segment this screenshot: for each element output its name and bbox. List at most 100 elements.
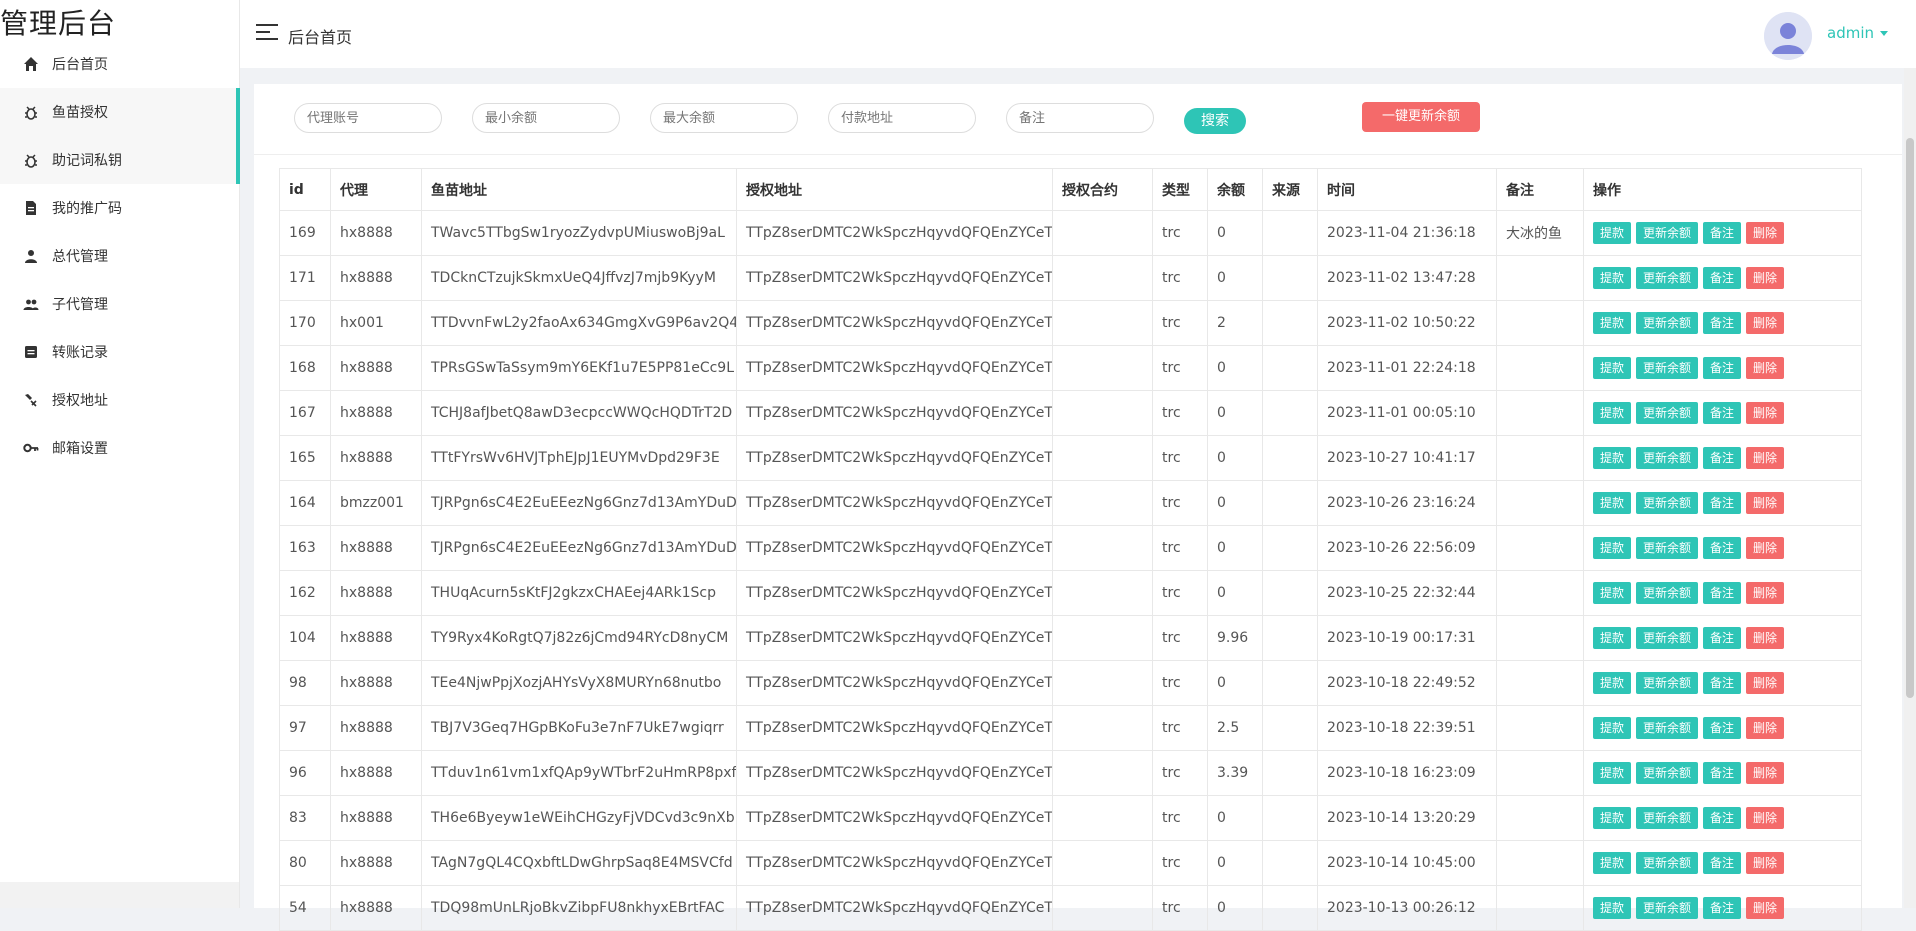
row-actions: 提款 更新余额 备注 删除 xyxy=(1593,447,1852,469)
update-all-balance-button[interactable]: 一键更新余额 xyxy=(1362,102,1480,132)
avatar[interactable] xyxy=(1764,12,1812,60)
update-balance-button[interactable]: 更新余额 xyxy=(1636,447,1699,469)
withdraw-button[interactable]: 提款 xyxy=(1593,762,1632,784)
update-balance-button[interactable]: 更新余额 xyxy=(1636,762,1699,784)
delete-button[interactable]: 删除 xyxy=(1746,582,1785,604)
delete-button[interactable]: 删除 xyxy=(1746,267,1785,289)
cell-balance: 0 xyxy=(1207,390,1263,436)
note-button[interactable]: 备注 xyxy=(1703,717,1742,739)
update-balance-button[interactable]: 更新余额 xyxy=(1636,852,1699,874)
delete-button[interactable]: 删除 xyxy=(1746,447,1785,469)
delete-button[interactable]: 删除 xyxy=(1746,312,1785,334)
cell-type: trc xyxy=(1152,345,1208,391)
update-balance-button[interactable]: 更新余额 xyxy=(1636,492,1699,514)
note-button[interactable]: 备注 xyxy=(1703,852,1742,874)
note-button[interactable]: 备注 xyxy=(1703,357,1742,379)
withdraw-button[interactable]: 提款 xyxy=(1593,402,1632,424)
cell-id: 104 xyxy=(279,615,331,661)
update-balance-button[interactable]: 更新余额 xyxy=(1636,222,1699,244)
note-button[interactable]: 备注 xyxy=(1703,627,1742,649)
cell-type: trc xyxy=(1152,255,1208,301)
withdraw-button[interactable]: 提款 xyxy=(1593,582,1632,604)
withdraw-button[interactable]: 提款 xyxy=(1593,222,1632,244)
update-balance-button[interactable]: 更新余额 xyxy=(1636,807,1699,829)
row-actions: 提款 更新余额 备注 删除 xyxy=(1593,582,1852,604)
sidebar-item-promo-code[interactable]: 我的推广码 xyxy=(0,184,239,232)
scrollbar[interactable] xyxy=(1904,68,1916,908)
delete-button[interactable]: 删除 xyxy=(1746,897,1785,919)
delete-button[interactable]: 删除 xyxy=(1746,537,1785,559)
cell-id: 98 xyxy=(279,660,331,706)
user-menu[interactable]: admin xyxy=(1827,24,1888,42)
withdraw-button[interactable]: 提款 xyxy=(1593,672,1632,694)
sidebar-item-auth-address[interactable]: 授权地址 xyxy=(0,376,239,424)
sidebar-item-general-agent[interactable]: 总代管理 xyxy=(0,232,239,280)
sidebar-item-sub-agent[interactable]: 子代管理 xyxy=(0,280,239,328)
note-input[interactable] xyxy=(1006,103,1154,133)
update-balance-button[interactable]: 更新余额 xyxy=(1636,312,1699,334)
update-balance-button[interactable]: 更新余额 xyxy=(1636,672,1699,694)
withdraw-button[interactable]: 提款 xyxy=(1593,447,1632,469)
note-button[interactable]: 备注 xyxy=(1703,222,1742,244)
note-button[interactable]: 备注 xyxy=(1703,582,1742,604)
max-balance-input[interactable] xyxy=(650,103,798,133)
scrollbar-thumb[interactable] xyxy=(1906,138,1914,698)
min-balance-input[interactable] xyxy=(472,103,620,133)
note-button[interactable]: 备注 xyxy=(1703,402,1742,424)
sidebar-item-email-settings[interactable]: 邮箱设置 xyxy=(0,424,239,472)
cell-balance: 2 xyxy=(1207,300,1263,346)
agent-account-input[interactable] xyxy=(294,103,442,133)
cell-fish: TAgN7gQL4CQxbftLDwGhrpSaq8E4MSVCfd xyxy=(421,840,737,886)
delete-button[interactable]: 删除 xyxy=(1746,852,1785,874)
cell-type: trc xyxy=(1152,390,1208,436)
menu-toggle-icon[interactable] xyxy=(256,24,278,42)
sidebar-item-transfer-records[interactable]: 转账记录 xyxy=(0,328,239,376)
update-balance-button[interactable]: 更新余额 xyxy=(1636,267,1699,289)
note-button[interactable]: 备注 xyxy=(1703,267,1742,289)
delete-button[interactable]: 删除 xyxy=(1746,672,1785,694)
delete-button[interactable]: 删除 xyxy=(1746,717,1785,739)
note-button[interactable]: 备注 xyxy=(1703,537,1742,559)
sidebar-item-home[interactable]: 后台首页 xyxy=(0,40,239,88)
update-balance-button[interactable]: 更新余额 xyxy=(1636,357,1699,379)
withdraw-button[interactable]: 提款 xyxy=(1593,897,1632,919)
note-button[interactable]: 备注 xyxy=(1703,897,1742,919)
cell-type: trc xyxy=(1152,660,1208,706)
delete-button[interactable]: 删除 xyxy=(1746,492,1785,514)
update-balance-button[interactable]: 更新余额 xyxy=(1636,897,1699,919)
withdraw-button[interactable]: 提款 xyxy=(1593,357,1632,379)
note-button[interactable]: 备注 xyxy=(1703,807,1742,829)
note-button[interactable]: 备注 xyxy=(1703,762,1742,784)
search-button[interactable]: 搜索 xyxy=(1184,108,1246,134)
update-balance-button[interactable]: 更新余额 xyxy=(1636,582,1699,604)
delete-button[interactable]: 删除 xyxy=(1746,762,1785,784)
sidebar-item-fish-auth[interactable]: 鱼苗授权 xyxy=(0,88,239,136)
withdraw-button[interactable]: 提款 xyxy=(1593,717,1632,739)
update-balance-button[interactable]: 更新余额 xyxy=(1636,537,1699,559)
delete-button[interactable]: 删除 xyxy=(1746,807,1785,829)
update-balance-button[interactable]: 更新余额 xyxy=(1636,717,1699,739)
note-button[interactable]: 备注 xyxy=(1703,447,1742,469)
withdraw-button[interactable]: 提款 xyxy=(1593,852,1632,874)
withdraw-button[interactable]: 提款 xyxy=(1593,537,1632,559)
note-button[interactable]: 备注 xyxy=(1703,312,1742,334)
withdraw-button[interactable]: 提款 xyxy=(1593,267,1632,289)
cell-balance: 0 xyxy=(1207,210,1263,256)
withdraw-button[interactable]: 提款 xyxy=(1593,627,1632,649)
cell-agent: hx8888 xyxy=(330,840,422,886)
cell-balance: 0 xyxy=(1207,345,1263,391)
update-balance-button[interactable]: 更新余额 xyxy=(1636,402,1699,424)
withdraw-button[interactable]: 提款 xyxy=(1593,492,1632,514)
delete-button[interactable]: 删除 xyxy=(1746,627,1785,649)
delete-button[interactable]: 删除 xyxy=(1746,357,1785,379)
note-button[interactable]: 备注 xyxy=(1703,672,1742,694)
pay-address-input[interactable] xyxy=(828,103,976,133)
withdraw-button[interactable]: 提款 xyxy=(1593,312,1632,334)
sidebar-item-mnemonic[interactable]: 助记词私钥 xyxy=(0,136,239,184)
withdraw-button[interactable]: 提款 xyxy=(1593,807,1632,829)
delete-button[interactable]: 删除 xyxy=(1746,402,1785,424)
delete-button[interactable]: 删除 xyxy=(1746,222,1785,244)
update-balance-button[interactable]: 更新余额 xyxy=(1636,627,1699,649)
cell-source xyxy=(1262,795,1318,841)
note-button[interactable]: 备注 xyxy=(1703,492,1742,514)
